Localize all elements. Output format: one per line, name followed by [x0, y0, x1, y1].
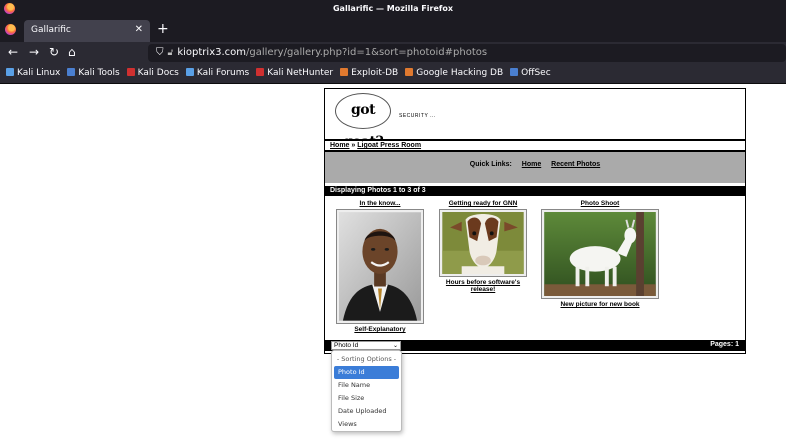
photo-caption[interactable]: New picture for new book [539, 301, 661, 308]
photo-thumbnail[interactable] [541, 209, 659, 299]
exploit-db-icon [340, 68, 349, 76]
site-logo[interactable]: got goat? [335, 93, 391, 150]
photo-caption[interactable]: Self-Explanatory [333, 326, 427, 333]
close-tab-icon[interactable]: ✕ [135, 24, 143, 35]
bookmark-item[interactable]: Kali Tools [67, 68, 120, 78]
url-path: /gallery/gallery.php?id=1&sort=photoid#p… [246, 47, 488, 58]
photo-thumbnail[interactable] [336, 209, 424, 324]
photo-item: Getting ready for GNN Hours before softw… [437, 200, 529, 293]
bookmark-label: Kali NetHunter [267, 68, 334, 78]
gallery-container: got goat? SECURITY ... Home » Ligoat Pre… [324, 88, 746, 354]
kali-dragon-icon [6, 68, 14, 76]
quick-links-label: Quick Links: [469, 161, 512, 168]
bookmark-item[interactable]: Google Hacking DB [405, 68, 503, 78]
photo-caption[interactable]: Hours before software's release! [437, 279, 529, 293]
quick-link-home[interactable]: Home [522, 161, 541, 168]
back-icon[interactable]: ← [8, 45, 18, 59]
kali-docs-icon [126, 68, 135, 76]
tab-title: Gallarific [31, 25, 71, 35]
tracking-shield-icon[interactable]: ⛉ [156, 47, 164, 58]
bookmark-label: Google Hacking DB [416, 68, 504, 78]
sort-option-header: - Sorting Options - [336, 355, 397, 363]
bookmark-item[interactable]: Kali NetHunter [256, 68, 333, 78]
photo-title[interactable]: Photo Shoot [539, 200, 661, 207]
ghdb-icon [405, 68, 414, 76]
chevron-down-icon: ⌄ [392, 343, 398, 349]
bookmark-item[interactable]: Exploit-DB [340, 68, 398, 78]
home-icon[interactable]: ⌂ [68, 45, 76, 59]
tab-gallarific[interactable]: Gallarific ✕ [24, 20, 150, 42]
offsec-icon [510, 68, 519, 76]
new-tab-button[interactable]: + [157, 21, 169, 37]
bookmark-label: Kali Docs [137, 68, 179, 78]
nethunter-icon [256, 68, 265, 76]
bookmark-label: Kali Linux [17, 68, 61, 78]
sort-option-file-name[interactable]: File Name [334, 379, 399, 392]
pages-indicator: Pages: 1 [710, 341, 739, 348]
bookmark-item[interactable]: Kali Linux [6, 68, 60, 78]
display-count-bar: Displaying Photos 1 to 3 of 3 [325, 186, 745, 196]
bookmark-label: Exploit-DB [351, 68, 399, 78]
window-titlebar: Gallarific — Mozilla Firefox [0, 0, 786, 18]
forward-icon[interactable]: → [29, 45, 39, 59]
photo-title[interactable]: In the know... [333, 200, 427, 207]
quick-link-recent-photos[interactable]: Recent Photos [551, 161, 600, 168]
kali-tools-icon [67, 68, 76, 76]
url-bar[interactable]: ⛉ 🔓︎ kioptrix3.com/gallery/gallery.php?id=… [148, 44, 786, 62]
photo-image[interactable] [544, 212, 656, 296]
sort-option-photo-id[interactable]: Photo Id [334, 366, 399, 379]
sort-select[interactable]: Photo Id ⌄ [331, 341, 401, 350]
window-title: Gallarific — Mozilla Firefox [332, 4, 453, 13]
sort-options-dropdown: - Sorting Options - Photo Id File Name F… [331, 350, 402, 432]
photo-thumbnail[interactable] [439, 209, 527, 277]
sort-option-file-size[interactable]: File Size [334, 392, 399, 405]
page-content: got goat? SECURITY ... Home » Ligoat Pre… [0, 84, 786, 439]
photo-item: Photo Shoot New picture for new book [539, 200, 661, 308]
site-tagline: SECURITY ... [399, 113, 436, 119]
sort-option-date-uploaded[interactable]: Date Uploaded [334, 405, 399, 418]
sort-option-views[interactable]: Views [334, 418, 399, 431]
bookmark-label: OffSec [521, 68, 551, 78]
breadcrumb-home-link[interactable]: Home [330, 142, 349, 149]
quick-links-bar: Quick Links: Home Recent Photos [325, 152, 745, 183]
bookmarks-toolbar: Kali Linux Kali Tools Kali Docs Kali Forums… [0, 64, 786, 84]
breadcrumb-current-link[interactable]: Ligoat Press Room [357, 142, 421, 149]
bookmark-item[interactable]: OffSec [510, 68, 551, 78]
photo-title[interactable]: Getting ready for GNN [437, 200, 529, 207]
bookmark-label: Kali Tools [78, 68, 120, 78]
bookmark-label: Kali Forums [196, 68, 250, 78]
photo-image[interactable] [442, 212, 524, 274]
tab-bar: Gallarific ✕ + [0, 18, 786, 42]
photo-item: In the know... Self-Explanatory [333, 200, 427, 333]
photo-image[interactable] [339, 212, 421, 321]
reload-icon[interactable]: ↻ [49, 45, 59, 59]
navigation-toolbar: ← → ↻ ⌂ ⛉ 🔓︎ kioptrix3.com/gallery/gallery… [0, 42, 786, 64]
bookmark-item[interactable]: Kali Docs [126, 68, 179, 78]
kali-forums-icon [185, 68, 194, 76]
url-host: kioptrix3.com [177, 47, 247, 58]
insecure-connection-icon[interactable]: 🔓︎ [168, 48, 174, 58]
bookmark-item[interactable]: Kali Forums [185, 68, 250, 78]
firefox-menu-icon[interactable] [5, 24, 16, 35]
sort-selected-value: Photo Id [334, 342, 359, 349]
breadcrumb: Home » Ligoat Press Room [325, 139, 745, 152]
